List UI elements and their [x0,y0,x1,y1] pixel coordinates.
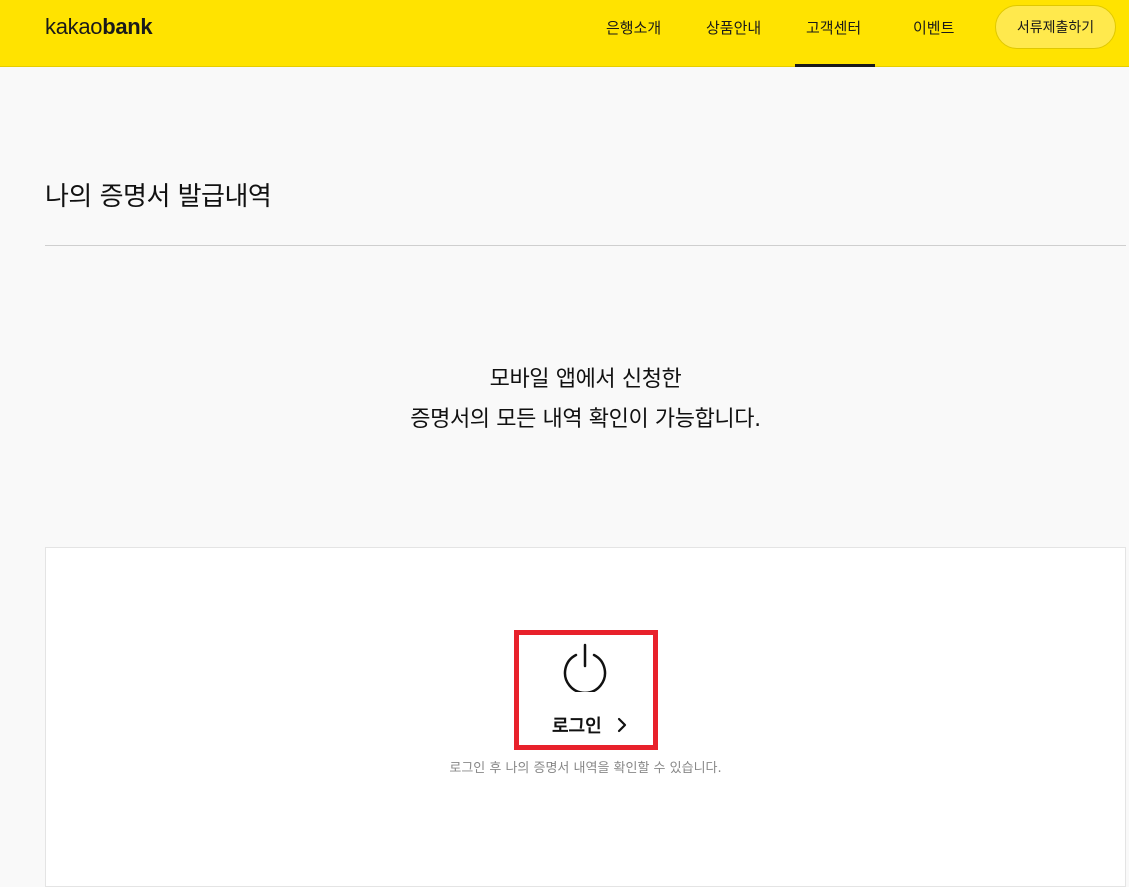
intro-line-1: 모바일 앱에서 신청한 [489,367,682,392]
nav-item-products[interactable]: 상품안내 [706,17,761,38]
nav-item-events[interactable]: 이벤트 [913,17,954,38]
login-highlight-box[interactable] [514,630,658,750]
login-hint: 로그인 후 나의 증명서 내역을 확인할 수 있습니다. [449,761,722,776]
logo-text-light: kakao [45,14,103,39]
nav-item-customer-center[interactable]: 고객센터 [806,17,861,38]
intro-line-2: 증명서의 모든 내역 확인이 가능합니다. [410,407,761,432]
title-divider [45,245,1126,246]
site-header: kakaobank 은행소개 상품안내 고객센터 이벤트 서류제출하기 [0,0,1129,67]
intro-text: 모바일 앱에서 신청한 증명서의 모든 내역 확인이 가능합니다. [0,360,1129,440]
submit-documents-button[interactable]: 서류제출하기 [995,5,1116,49]
logo-text-bold: bank [102,14,153,39]
page-title: 나의 증명서 발급내역 [45,182,272,212]
nav-item-bank-intro[interactable]: 은행소개 [606,17,661,38]
kakaobank-logo[interactable]: kakaobank [45,14,153,40]
active-nav-indicator [795,64,875,67]
